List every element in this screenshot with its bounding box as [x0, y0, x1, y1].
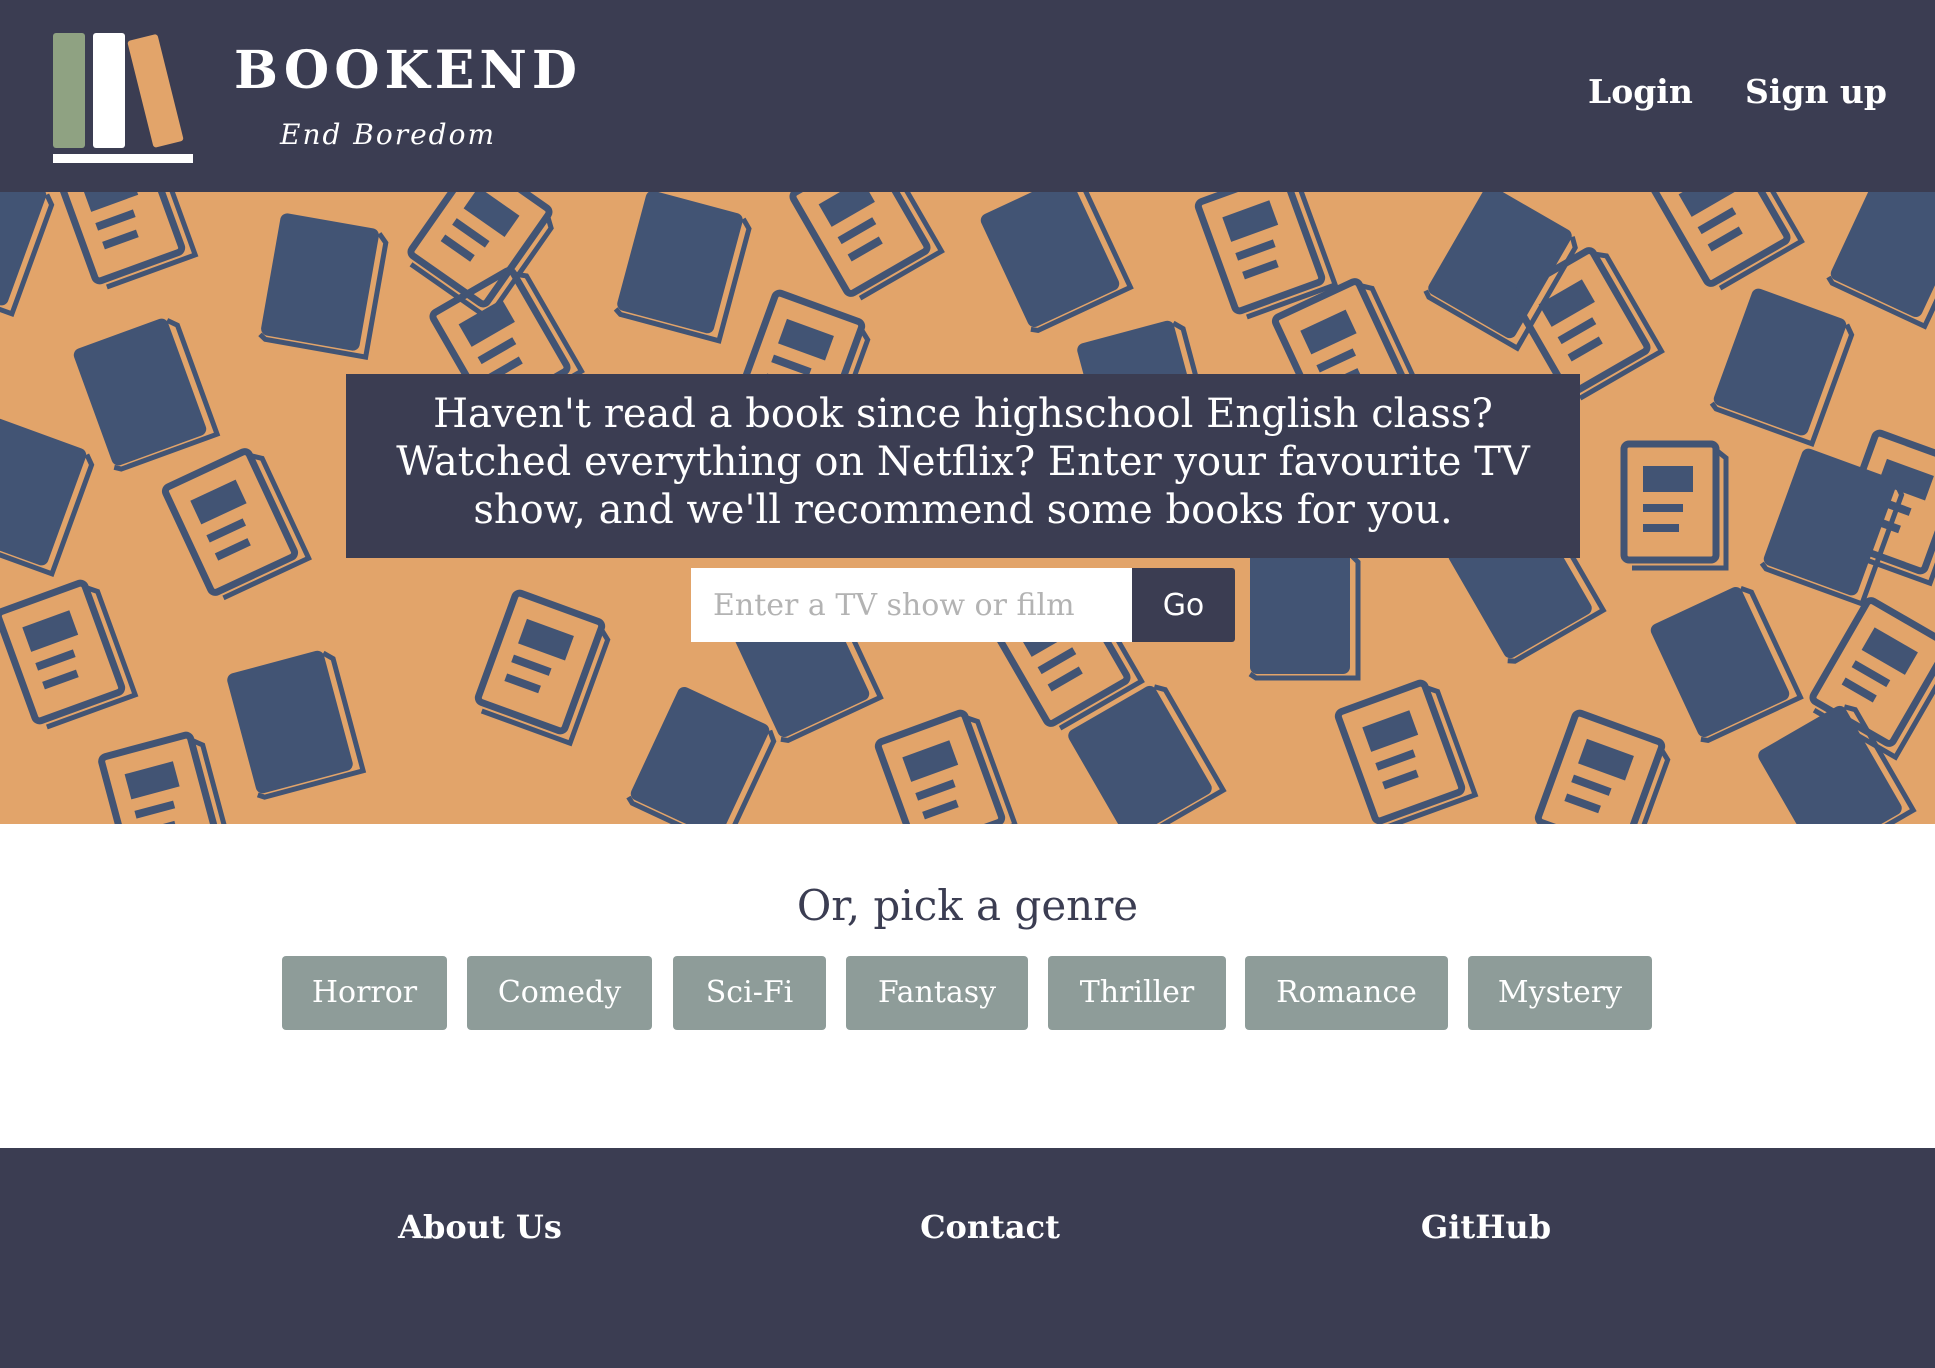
genre-button-comedy[interactable]: Comedy: [467, 956, 652, 1030]
brand-name: BOOKEND: [234, 40, 582, 101]
genre-button-fantasy[interactable]: Fantasy: [846, 956, 1028, 1030]
tv-show-search-input[interactable]: [691, 568, 1132, 642]
signup-link[interactable]: Sign up: [1745, 72, 1887, 111]
footer: About Us Contact GitHub: [0, 1148, 1935, 1368]
footer-contact-link[interactable]: Contact: [870, 1208, 1110, 1246]
footer-github-link[interactable]: GitHub: [1366, 1208, 1606, 1246]
genre-button-romance[interactable]: Romance: [1245, 956, 1448, 1030]
navbar: BOOKEND End Boredom Login Sign up: [0, 0, 1935, 192]
footer-about-us-link[interactable]: About Us: [360, 1208, 600, 1246]
intro-text: Haven't read a book since highschool Eng…: [396, 391, 1530, 533]
books-on-shelf-icon: [53, 33, 193, 163]
genre-section: Or, pick a genre Horror Comedy Sci-Fi Fa…: [0, 824, 1935, 1148]
genre-button-horror[interactable]: Horror: [282, 956, 447, 1030]
genre-button-thriller[interactable]: Thriller: [1048, 956, 1226, 1030]
login-link[interactable]: Login: [1588, 72, 1693, 111]
home-logo-link[interactable]: BOOKEND End Boredom: [50, 28, 577, 168]
search-form: Go: [691, 568, 1235, 642]
page: BOOKEND End Boredom Login Sign up Haven'…: [0, 0, 1935, 1368]
brand-tagline: End Boredom: [280, 118, 497, 151]
intro-banner: Haven't read a book since highschool Eng…: [346, 374, 1580, 558]
hero-section: Haven't read a book since highschool Eng…: [0, 192, 1935, 824]
genre-heading: Or, pick a genre: [796, 881, 1139, 930]
go-button[interactable]: Go: [1132, 568, 1235, 642]
genre-button-mystery[interactable]: Mystery: [1468, 956, 1652, 1030]
genre-button-sci-fi[interactable]: Sci-Fi: [673, 956, 826, 1030]
